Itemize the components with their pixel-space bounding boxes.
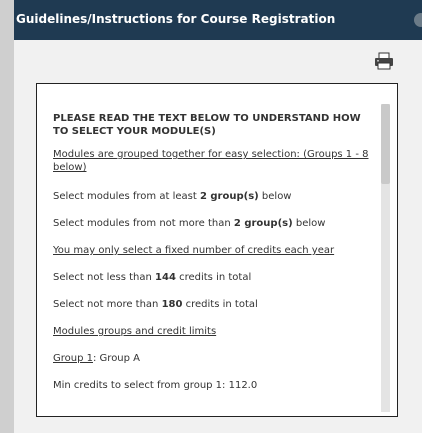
max-groups-prefix: Select modules from not more than bbox=[53, 218, 234, 229]
group1-name: : Group A bbox=[93, 353, 141, 364]
min-groups-suffix: below bbox=[258, 191, 292, 202]
print-button[interactable] bbox=[374, 52, 394, 70]
printer-icon bbox=[375, 52, 393, 70]
close-icon[interactable] bbox=[414, 13, 422, 27]
instructions-heading: PLEASE READ THE TEXT BELOW TO UNDERSTAND… bbox=[53, 113, 361, 137]
instructions-scroll-area[interactable]: PLEASE READ THE TEXT BELOW TO UNDERSTAND… bbox=[53, 104, 373, 414]
group1-line: Group 1: Group A bbox=[53, 352, 373, 365]
min-credits-value: 144 bbox=[155, 272, 176, 283]
min-credits-text: Select not less than 144 credits in tota… bbox=[53, 271, 373, 284]
min-credits-suffix: credits in total bbox=[175, 272, 252, 283]
dialog-titlebar: Guidelines/Instructions for Course Regis… bbox=[14, 0, 422, 40]
group1-link[interactable]: Group 1 bbox=[53, 353, 93, 364]
instructions-panel: PLEASE READ THE TEXT BELOW TO UNDERSTAND… bbox=[36, 83, 398, 417]
scrollbar-thumb[interactable] bbox=[381, 104, 390, 184]
min-groups-prefix: Select modules from at least bbox=[53, 191, 200, 202]
fixed-credits-link[interactable]: You may only select a fixed number of cr… bbox=[53, 244, 373, 257]
group1-min-credits: Min credits to select from group 1: 112.… bbox=[53, 380, 258, 391]
background-strip bbox=[0, 0, 14, 433]
max-groups-value: 2 group(s) bbox=[233, 218, 293, 229]
min-credits-prefix: Select not less than bbox=[53, 272, 156, 283]
min-groups-value: 2 group(s) bbox=[199, 191, 259, 202]
max-groups-text: Select modules from not more than 2 grou… bbox=[53, 217, 373, 230]
min-groups-text: Select modules from at least 2 group(s) … bbox=[53, 190, 373, 203]
groups-link[interactable]: Modules are grouped together for easy se… bbox=[53, 148, 373, 174]
guidelines-dialog: Guidelines/Instructions for Course Regis… bbox=[14, 0, 422, 433]
max-credits-suffix: credits in total bbox=[182, 299, 258, 310]
max-credits-value: 180 bbox=[161, 299, 183, 310]
credit-limits-link[interactable]: Modules groups and credit limits bbox=[53, 325, 373, 338]
dialog-title: Guidelines/Instructions for Course Regis… bbox=[16, 12, 336, 26]
max-groups-suffix: below bbox=[292, 218, 326, 229]
scrollbar-track[interactable] bbox=[381, 104, 390, 412]
max-credits-prefix: Select not more than bbox=[53, 299, 162, 310]
max-credits-text: Select not more than 180 credits in tota… bbox=[53, 298, 373, 311]
